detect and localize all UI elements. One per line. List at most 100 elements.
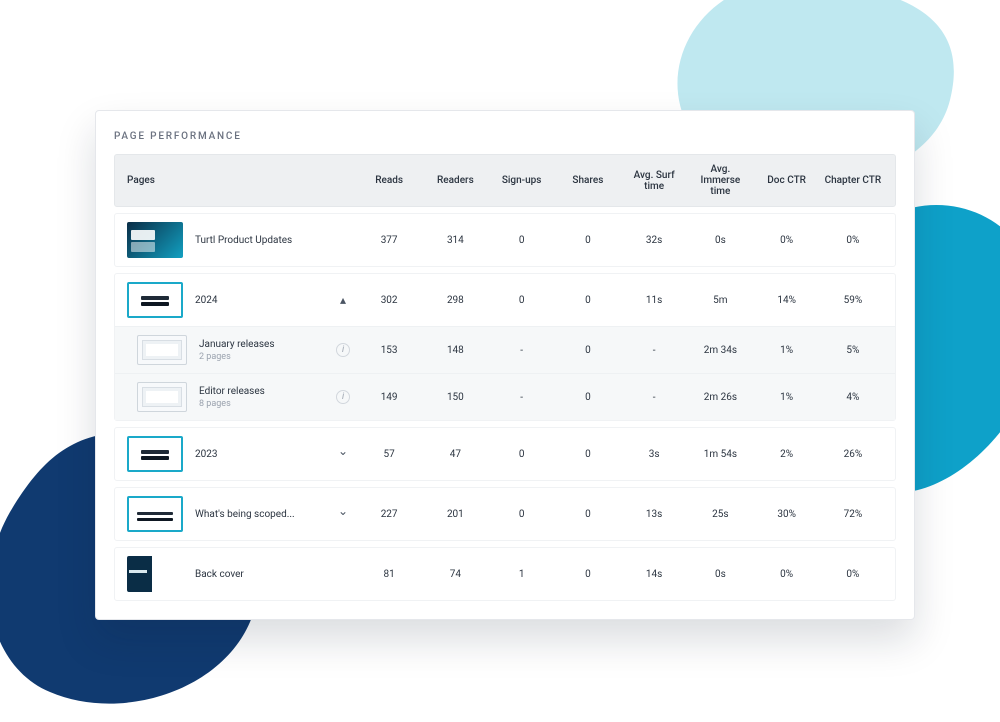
- col-header-reads[interactable]: Reads: [359, 175, 419, 186]
- cell-chapter-ctr: 72%: [823, 509, 883, 520]
- page-row-title: Editor releases: [199, 386, 265, 397]
- cell-chapter-ctr: 5%: [823, 345, 883, 356]
- cell-avg-surf: -: [624, 392, 684, 403]
- cell-signups: 0: [492, 235, 552, 246]
- page-thumbnail[interactable]: [127, 222, 183, 258]
- table-header-row: Pages Reads Readers Sign-ups Shares Avg.…: [114, 154, 896, 207]
- cell-signups: 0: [492, 509, 552, 520]
- cell-avg-immerse: 1m 54s: [690, 449, 750, 460]
- cell-readers: 314: [425, 235, 485, 246]
- cell-shares: 0: [558, 235, 618, 246]
- cell-shares: 0: [558, 345, 618, 356]
- cell-doc-ctr: 0%: [757, 569, 817, 580]
- col-header-shares[interactable]: Shares: [558, 175, 618, 186]
- page-row-title: 2024: [195, 295, 217, 306]
- cell-doc-ctr: 1%: [757, 392, 817, 403]
- cell-reads: 81: [359, 569, 419, 580]
- page-title-cell: January releases 2 pages: [127, 335, 327, 365]
- cell-avg-surf: 13s: [624, 509, 684, 520]
- cell-chapter-ctr: 0%: [823, 569, 883, 580]
- cell-chapter-ctr: 26%: [823, 449, 883, 460]
- page-row-title: Back cover: [195, 569, 244, 580]
- chevron-down-icon: [338, 448, 348, 460]
- cell-avg-immerse: 2m 26s: [690, 392, 750, 403]
- page-title-cell: Turtl Product Updates: [127, 222, 327, 258]
- cell-doc-ctr: 1%: [757, 345, 817, 356]
- page-thumbnail[interactable]: [127, 556, 183, 592]
- page-title-cell: Editor releases 8 pages: [127, 382, 327, 412]
- table-row-block: Turtl Product Updates3773140032s0s0%0%: [114, 213, 896, 267]
- cell-shares: 0: [558, 509, 618, 520]
- page-row-title: Turtl Product Updates: [195, 235, 292, 246]
- page-thumbnail[interactable]: [127, 436, 183, 472]
- page-thumbnail[interactable]: [137, 382, 187, 412]
- cell-avg-surf: 3s: [624, 449, 684, 460]
- cell-avg-immerse: 2m 34s: [690, 345, 750, 356]
- expand-icon[interactable]: [335, 446, 351, 462]
- cell-shares: 0: [558, 392, 618, 403]
- cell-doc-ctr: 14%: [757, 295, 817, 306]
- cell-reads: 149: [359, 392, 419, 403]
- page-title-cell: 2023: [127, 436, 327, 472]
- cell-shares: 0: [558, 295, 618, 306]
- cell-avg-surf: 11s: [624, 295, 684, 306]
- page-title-cell: Back cover: [127, 556, 327, 592]
- chevron-down-icon: [338, 508, 348, 520]
- table-row[interactable]: 20235747003s1m 54s2%26%: [115, 428, 895, 480]
- cell-doc-ctr: 2%: [757, 449, 817, 460]
- col-header-signups[interactable]: Sign-ups: [492, 175, 552, 186]
- col-header-readers[interactable]: Readers: [425, 175, 485, 186]
- cell-readers: 74: [425, 569, 485, 580]
- page-thumbnail[interactable]: [127, 282, 183, 318]
- cell-avg-surf: 32s: [624, 235, 684, 246]
- cell-signups: 1: [492, 569, 552, 580]
- cell-readers: 47: [425, 449, 485, 460]
- table-row-block: What's being scoped... 227 201 00 13s 25s 30% 7…: [114, 487, 896, 541]
- table-row[interactable]: 20243022980011s5m14%59%: [115, 274, 895, 326]
- cell-reads: 227: [359, 509, 419, 520]
- cell-chapter-ctr: 59%: [823, 295, 883, 306]
- table-row[interactable]: January releases2 pagesi153148-0-2m 34s1…: [115, 326, 895, 373]
- cell-chapter-ctr: 0%: [823, 235, 883, 246]
- page-row-subtitle: 2 pages: [199, 352, 275, 362]
- table-row-block: 20235747003s1m 54s2%26%: [114, 427, 896, 481]
- cell-reads: 153: [359, 345, 419, 356]
- info-icon[interactable]: i: [336, 343, 350, 357]
- table-row[interactable]: Back cover81741014s0s0%0%: [115, 548, 895, 600]
- col-header-doc-ctr[interactable]: Doc CTR: [757, 175, 817, 186]
- cell-readers: 201: [425, 509, 485, 520]
- cell-signups: 0: [492, 295, 552, 306]
- cell-signups: -: [492, 345, 552, 356]
- cell-avg-surf: 14s: [624, 569, 684, 580]
- col-header-avg-surf[interactable]: Avg. Surf time: [624, 170, 684, 192]
- page-row-title: What's being scoped...: [195, 509, 295, 520]
- page-title-cell: What's being scoped...: [127, 496, 327, 532]
- table-row-block: 20243022980011s5m14%59%January releases2…: [114, 273, 896, 421]
- cell-readers: 148: [425, 345, 485, 356]
- col-header-avg-immerse[interactable]: Avg. Immerse time: [690, 164, 750, 197]
- collapse-icon[interactable]: [335, 292, 351, 308]
- col-header-pages[interactable]: Pages: [127, 175, 327, 186]
- cell-readers: 150: [425, 392, 485, 403]
- table-row[interactable]: Turtl Product Updates3773140032s0s0%0%: [115, 214, 895, 266]
- info-icon[interactable]: i: [336, 390, 350, 404]
- page-row-title: 2023: [195, 449, 217, 460]
- cell-reads: 377: [359, 235, 419, 246]
- chevron-up-icon: [340, 294, 346, 306]
- table-row[interactable]: Editor releases8 pagesi149150-0-2m 26s1%…: [115, 373, 895, 420]
- page-thumbnail[interactable]: [137, 335, 187, 365]
- page-thumbnail[interactable]: [127, 496, 183, 532]
- page-performance-table: Pages Reads Readers Sign-ups Shares Avg.…: [114, 154, 896, 601]
- page-row-title: January releases: [199, 339, 275, 350]
- cell-chapter-ctr: 4%: [823, 392, 883, 403]
- page-performance-card: PAGE PERFORMANCE Pages Reads Readers Sig…: [95, 110, 915, 620]
- cell-avg-immerse: 0s: [690, 235, 750, 246]
- cell-shares: 0: [558, 449, 618, 460]
- page-row-subtitle: 8 pages: [199, 399, 265, 409]
- cell-doc-ctr: 30%: [757, 509, 817, 520]
- cell-avg-immerse: 25s: [690, 509, 750, 520]
- expand-icon[interactable]: [335, 506, 351, 522]
- table-row[interactable]: What's being scoped... 227 201 00 13s 25s 30% 7…: [115, 488, 895, 540]
- cell-shares: 0: [558, 569, 618, 580]
- col-header-chapter-ctr[interactable]: Chapter CTR: [823, 175, 883, 186]
